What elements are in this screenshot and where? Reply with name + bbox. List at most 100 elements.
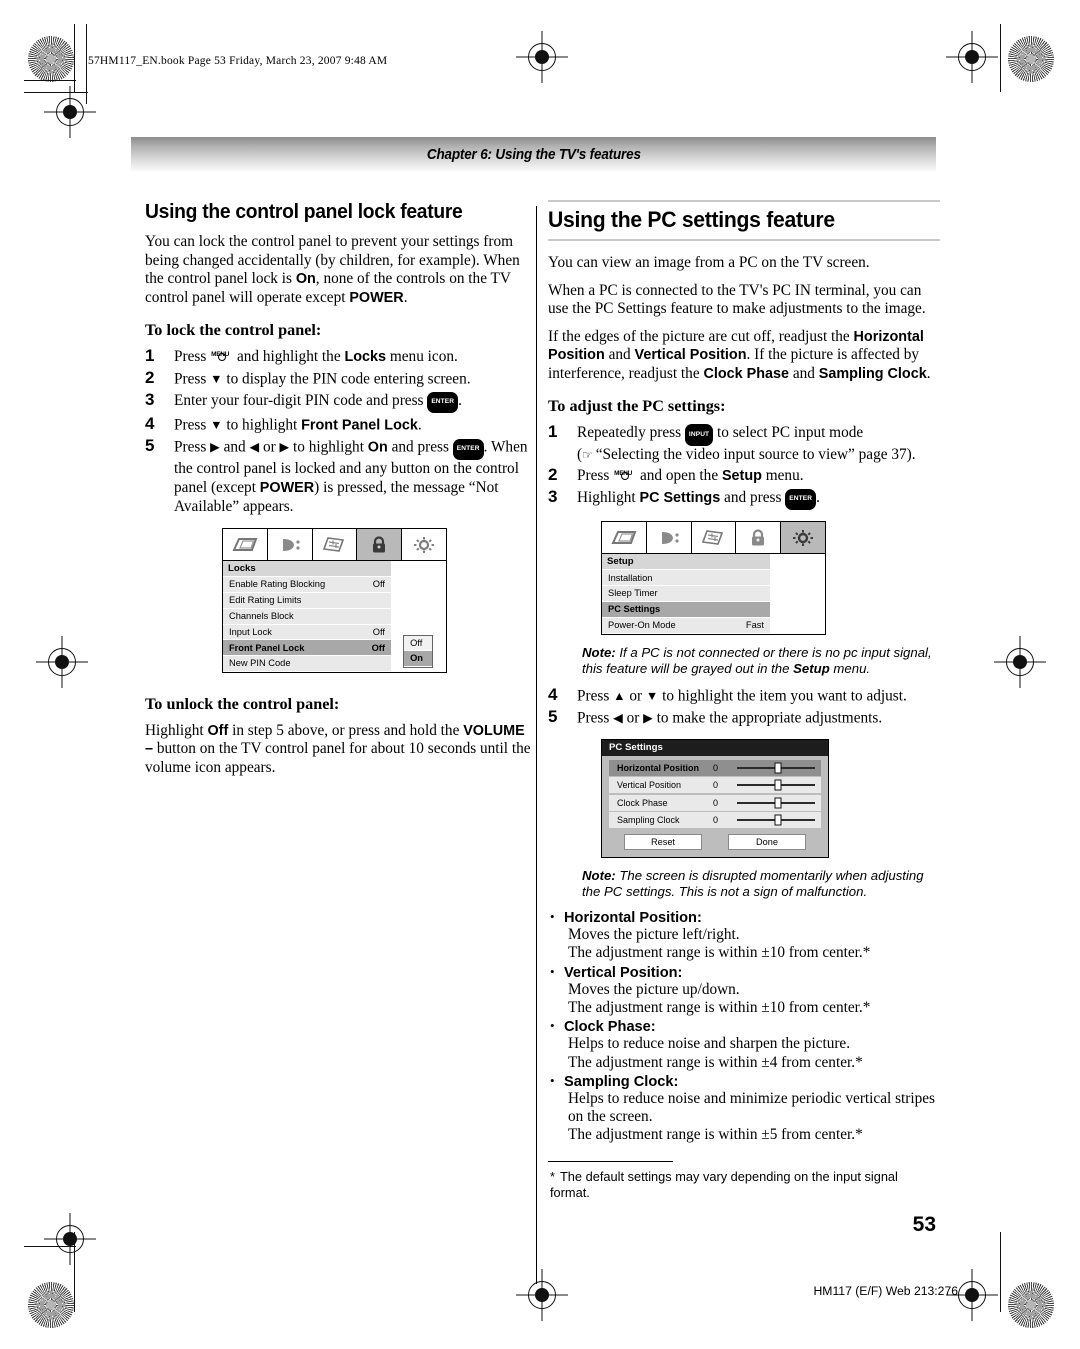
pcs-slider-track[interactable] bbox=[735, 777, 821, 793]
step-text-a: Press bbox=[174, 370, 211, 388]
pcs-slider-track[interactable] bbox=[735, 760, 821, 776]
step-text-c: menu icon. bbox=[386, 348, 458, 365]
footnote-text: The default settings may vary depending … bbox=[550, 1169, 898, 1201]
pc-paragraph-3: If the edges of the picture are cut off,… bbox=[548, 328, 940, 384]
step-text-c: . bbox=[417, 416, 422, 434]
note-label: Note: bbox=[582, 867, 616, 883]
picture-icon bbox=[602, 522, 647, 554]
setup-icon bbox=[781, 522, 825, 554]
page-footer: HM117 (E/F) Web 213:276 bbox=[813, 1284, 958, 1298]
done-button[interactable]: Done bbox=[728, 833, 806, 850]
reset-button[interactable]: Reset bbox=[624, 833, 702, 850]
pcs-slider-track[interactable] bbox=[735, 795, 821, 811]
osd-row: Input Lock Off bbox=[223, 624, 391, 641]
osd-row-label: Edit Rating Limits bbox=[229, 595, 302, 606]
step-text-b: to display the PIN code entering screen. bbox=[222, 370, 471, 388]
adjust-step-3: 3 Highlight PC Settings and press ENTER. bbox=[548, 487, 940, 511]
right-heading-wrap: Using the PC settings feature bbox=[548, 200, 940, 241]
pcs-row-value: 0 bbox=[713, 762, 719, 773]
arrow-up-icon: ▲ bbox=[613, 688, 626, 703]
unlock-text-c: button on the TV control panel for about… bbox=[145, 740, 531, 776]
step-text-b: and press bbox=[720, 488, 786, 506]
pcs-slider-track[interactable] bbox=[735, 812, 821, 828]
bullet-clock-phase: Clock Phase: Helps to reduce noise and s… bbox=[548, 1018, 940, 1072]
step-number: 3 bbox=[145, 389, 155, 409]
menu-button-icon: MENU bbox=[613, 468, 636, 482]
step-text-b: to select PC input mode bbox=[713, 424, 864, 441]
intro-bold-power: POWER bbox=[349, 289, 404, 306]
registration-mark-bottom-center bbox=[525, 1278, 559, 1312]
osd-row-value: Off bbox=[372, 579, 385, 590]
adjust-step-4: 4 Press ▲ or ▼ to highlight the item you … bbox=[548, 684, 940, 706]
osd-row-value: Fast bbox=[745, 619, 764, 630]
p3-text-d: and bbox=[789, 364, 819, 382]
star-target-bottom-left bbox=[28, 1282, 74, 1328]
menu-button-icon: MENU bbox=[210, 349, 233, 363]
bullet-vertical-position: Vertical Position: Moves the picture up/… bbox=[548, 964, 940, 1018]
arrow-right-icon: ▶ bbox=[210, 440, 220, 455]
locks-icon bbox=[357, 529, 403, 561]
step-text-a: Press bbox=[577, 687, 614, 705]
note-text-a: The screen is disrupted momentarily when… bbox=[582, 867, 924, 900]
p3-text-a: If the edges of the picture are cut off,… bbox=[548, 327, 854, 345]
step-bold-locks: Locks bbox=[344, 349, 387, 365]
arrow-left-icon: ◀ bbox=[249, 440, 260, 455]
page-number: 53 bbox=[912, 1213, 936, 1236]
osd-onoff-popup: Off On bbox=[403, 634, 433, 668]
osd-row: Edit Rating Limits bbox=[223, 593, 391, 609]
step-text-a: Press bbox=[174, 416, 211, 434]
step-number: 4 bbox=[548, 684, 558, 704]
unlock-bold-off: Off bbox=[207, 722, 229, 739]
arrow-right-icon: ▶ bbox=[643, 710, 653, 725]
bullet-title: Sampling Clock: bbox=[564, 1073, 679, 1090]
pcs-slider-knob[interactable] bbox=[774, 762, 782, 774]
crop-line-left-vertical bbox=[74, 24, 75, 92]
step-bold-pcsettings: PC Settings bbox=[639, 489, 721, 506]
registration-mark-left-upper bbox=[45, 645, 79, 679]
step-bold-front-panel-lock: Front Panel Lock bbox=[301, 417, 418, 434]
unlock-subheading: To unlock the control panel: bbox=[145, 694, 340, 713]
step-number: 5 bbox=[548, 706, 558, 726]
osd-popup-option-on: On bbox=[404, 651, 432, 667]
setup-icon bbox=[402, 529, 446, 561]
lock-subheading: To lock the control panel: bbox=[145, 321, 322, 339]
step-number: 5 bbox=[145, 436, 155, 456]
step-text-d: to highlight bbox=[289, 438, 368, 456]
p3-text-b: and bbox=[604, 346, 635, 363]
step-text-c: to highlight the item you want to adjust… bbox=[658, 687, 907, 705]
bullet-line: Helps to reduce noise and sharpen the pi… bbox=[568, 1035, 851, 1053]
star-target-bottom-right bbox=[1008, 1282, 1054, 1328]
intro-text-c: . bbox=[403, 288, 408, 306]
osd-row: Sleep Timer bbox=[602, 586, 770, 602]
pcs-slider-knob[interactable] bbox=[774, 814, 782, 826]
adjust-steps-list: 1 Repeatedly press INPUT to select PC inp… bbox=[548, 422, 940, 511]
step-bold-setup: Setup bbox=[721, 468, 762, 485]
crop-line-top-horizontal-2 bbox=[24, 92, 88, 93]
osd-setup-body: Setup Installation Sleep Timer PC Settin… bbox=[602, 554, 825, 634]
bullet-title: Clock Phase: bbox=[564, 1019, 656, 1036]
note-text-a: If a PC is not connected or there is no … bbox=[582, 644, 932, 677]
footnote-rule bbox=[548, 1160, 673, 1163]
pcs-slider-knob[interactable] bbox=[774, 779, 782, 791]
pcs-slider-knob[interactable] bbox=[774, 797, 782, 809]
pcs-row-label: Clock Phase bbox=[617, 797, 668, 808]
crop-line-bottom-left-vertical bbox=[74, 1232, 75, 1312]
registration-mark-bottom-right bbox=[955, 1278, 989, 1312]
registration-mark-bottom-left bbox=[53, 1222, 87, 1256]
bullet-title: Vertical Position: bbox=[564, 964, 683, 981]
crop-line-right-lower-vertical bbox=[1000, 1232, 1001, 1312]
osd-row-label: New PIN Code bbox=[229, 658, 291, 669]
input-button-icon: INPUT bbox=[684, 424, 714, 446]
column-divider bbox=[536, 206, 537, 1284]
p3-bold-vpos: Vertical Position bbox=[634, 347, 747, 363]
bullet-line: The adjustment range is within ±10 from … bbox=[568, 944, 871, 962]
osd-row-label: Sleep Timer bbox=[608, 588, 658, 599]
adjust-steps-list-2: 4 Press ▲ or ▼ to highlight the item you … bbox=[548, 684, 940, 728]
arrow-down-icon: ▼ bbox=[645, 688, 659, 703]
bullet-title: Horizontal Position: bbox=[564, 910, 702, 927]
osd-locks-body: Locks Enable Rating Blocking Off Edit Rat… bbox=[223, 561, 446, 672]
pc-settings-panel-screenshot: PC Settings Horizontal Position 0 Vertic… bbox=[601, 738, 829, 858]
step-text-b: or bbox=[622, 709, 644, 727]
preferences-icon bbox=[312, 529, 358, 561]
lock-step-5: 5 Press ▶ and ◀ or ▶ to highlight On and … bbox=[145, 436, 533, 516]
